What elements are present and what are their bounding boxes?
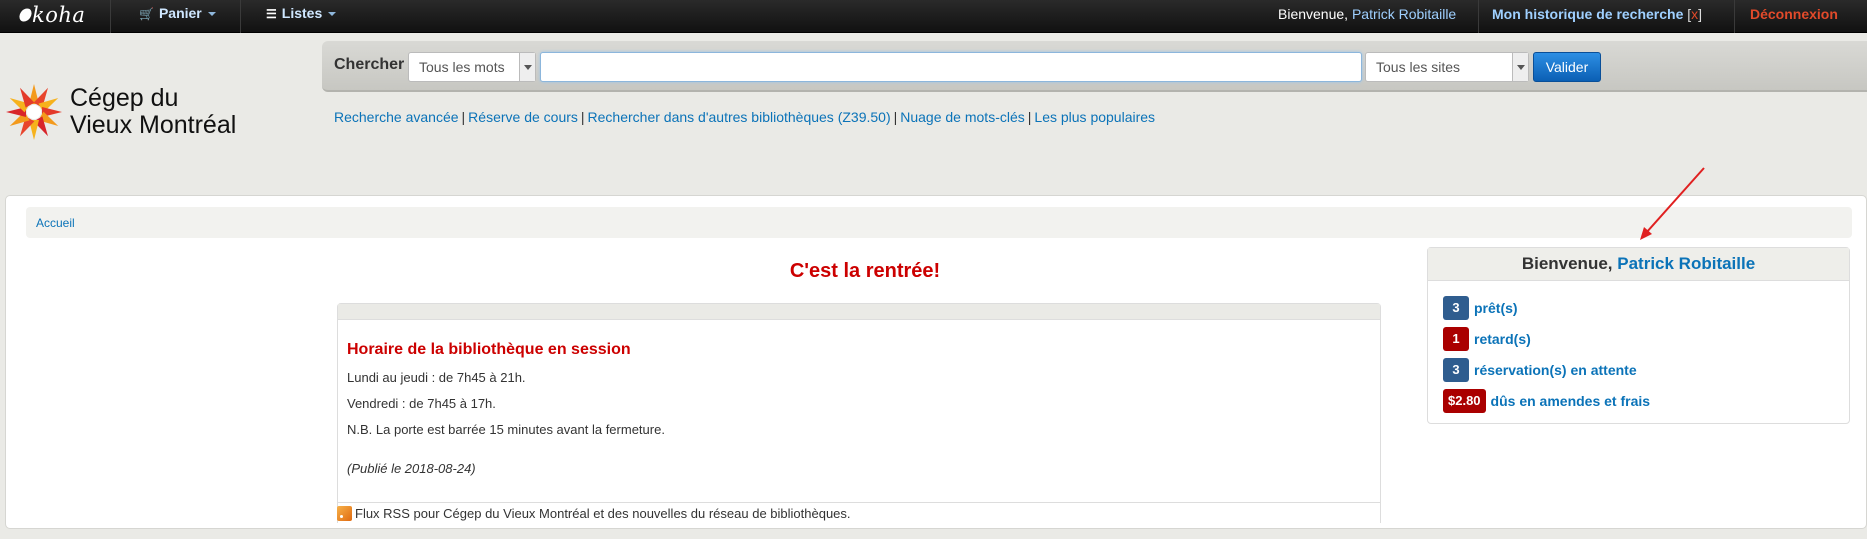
library-select-value: Tous les sites <box>1376 59 1461 75</box>
overdues-count-badge: 1 <box>1443 326 1469 351</box>
search-history: Mon historique de recherche [x] <box>1492 6 1702 22</box>
link-separator: | <box>461 109 466 125</box>
search-label: Chercher <box>334 56 405 73</box>
news-item-title: Horaire de la bibliothèque en session <box>347 341 631 358</box>
more-searches-links: Recherche avancée | Réserve de cours | Reche… <box>334 109 1155 125</box>
koha-logo-mark <box>17 6 34 24</box>
logout-link[interactable]: Déconnexion <box>1750 6 1838 22</box>
news-item-line: N.B. La porte est barrée 15 minutes avan… <box>347 422 665 437</box>
nav-divider <box>1478 0 1479 33</box>
library-branding[interactable]: Cégep du Vieux Montréal <box>4 82 236 142</box>
chevron-down-icon <box>1512 53 1528 81</box>
nav-divider <box>240 0 241 33</box>
user-summary-name-link[interactable]: Patrick Robitaille <box>1617 254 1755 273</box>
link-separator: | <box>580 109 585 125</box>
z3950-search-link[interactable]: Rechercher dans d'autres bibliothèques (… <box>588 109 891 125</box>
nav-divider <box>110 0 111 33</box>
chevron-down-icon <box>207 12 216 17</box>
news-heading: C'est la rentrée! <box>789 260 941 282</box>
checkouts-count-badge: 3 <box>1443 295 1469 320</box>
link-separator: | <box>893 109 898 125</box>
welcome-prefix: Bienvenue, <box>1278 6 1349 22</box>
search-history-link[interactable]: Mon historique de recherche <box>1492 6 1683 22</box>
search-input[interactable] <box>540 52 1362 82</box>
user-summary-welcome: Bienvenue, <box>1521 254 1613 273</box>
checkouts-item[interactable]: 3 prêt(s) <box>1428 292 1849 323</box>
user-name-link[interactable]: Patrick Robitaille <box>1352 6 1456 22</box>
news-item-line: Vendredi : de 7h45 à 17h. <box>347 396 496 411</box>
fines-link[interactable]: dûs en amendes et frais <box>1491 393 1651 409</box>
user-summary-list: 3 prêt(s) 1 retard(s) 3 réservation(s) e… <box>1428 292 1849 416</box>
cart-menu-button[interactable]: 🛒 Panier <box>139 5 216 21</box>
chevron-down-icon <box>328 12 337 17</box>
chevron-down-icon <box>519 53 535 81</box>
rss-feed-text: Flux RSS pour Cégep du Vieux Montréal et… <box>355 506 851 521</box>
search-bar: Chercher Tous les mots Tous les sites Va… <box>322 41 1867 92</box>
breadcrumb-home-link[interactable]: Accueil <box>36 216 75 230</box>
search-submit-button[interactable]: Valider <box>1533 52 1601 82</box>
lists-label: Listes <box>281 5 323 21</box>
top-navbar: koha 🛒 Panier ☰ Listes Bienvenue, Patrick … <box>0 0 1867 33</box>
library-select[interactable]: Tous les sites <box>1365 52 1529 82</box>
library-name: Cégep du Vieux Montréal <box>70 85 236 139</box>
link-separator: | <box>1027 109 1032 125</box>
overdues-item[interactable]: 1 retard(s) <box>1428 323 1849 354</box>
tag-cloud-link[interactable]: Nuage de mots-clés <box>900 109 1025 125</box>
cart-icon: 🛒 <box>139 7 154 21</box>
overdues-link[interactable]: retard(s) <box>1474 331 1531 347</box>
breadcrumb: Accueil <box>26 207 1852 238</box>
koha-logo-text: koha <box>32 3 86 27</box>
news-item: Horaire de la bibliothèque en session Lu… <box>337 303 1381 523</box>
news-published-date: (Publié le 2018-08-24) <box>347 461 476 476</box>
history-bracket-close: ] <box>1698 6 1703 22</box>
advanced-search-link[interactable]: Recherche avancée <box>334 109 459 125</box>
holds-item[interactable]: 3 réservation(s) en attente <box>1428 354 1849 385</box>
cegep-logo-icon <box>6 84 62 140</box>
fines-amount-badge: $2.80 <box>1443 388 1486 413</box>
cart-label: Panier <box>158 5 202 21</box>
holds-link[interactable]: réservation(s) en attente <box>1474 362 1637 378</box>
user-summary-header: Bienvenue, Patrick Robitaille <box>1428 248 1849 281</box>
news-item-header <box>338 304 1380 320</box>
search-index-value: Tous les mots <box>419 59 505 75</box>
main-content: Accueil C'est la rentrée! Horaire de la … <box>5 195 1867 529</box>
rss-icon <box>337 506 352 521</box>
library-name-line2: Vieux Montréal <box>70 111 237 139</box>
welcome-message: Bienvenue, Patrick Robitaille <box>1278 6 1456 22</box>
user-summary-panel: Bienvenue, Patrick Robitaille 3 prêt(s) … <box>1427 247 1850 424</box>
rss-feed-link[interactable]: Flux RSS pour Cégep du Vieux Montréal et… <box>337 502 1381 521</box>
lists-menu-button[interactable]: ☰ Listes <box>266 5 337 21</box>
news-item-line: Lundi au jeudi : de 7h45 à 21h. <box>347 370 526 385</box>
nav-divider <box>1734 0 1735 33</box>
checkouts-link[interactable]: prêt(s) <box>1474 300 1518 316</box>
most-popular-link[interactable]: Les plus populaires <box>1034 109 1155 125</box>
koha-logo[interactable]: koha <box>17 3 86 27</box>
list-icon: ☰ <box>266 7 277 21</box>
fines-item[interactable]: $2.80 dûs en amendes et frais <box>1428 385 1849 416</box>
library-name-line1: Cégep du <box>70 84 179 112</box>
holds-count-badge: 3 <box>1443 357 1469 382</box>
course-reserves-link[interactable]: Réserve de cours <box>468 109 578 125</box>
search-index-select[interactable]: Tous les mots <box>408 52 536 82</box>
